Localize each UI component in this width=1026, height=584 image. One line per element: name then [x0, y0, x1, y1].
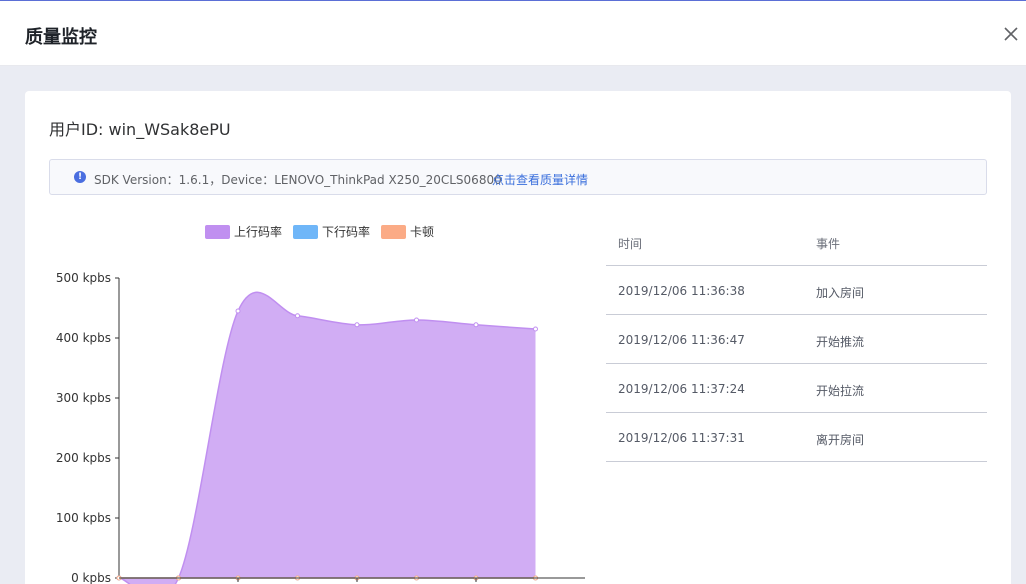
event-name: 加入房间 [816, 286, 865, 300]
bitrate-chart: 500 kpbs 400 kpbs 300 kpbs 200 kpbs 100 kpbs… [56, 271, 585, 584]
info-icon: ! [74, 171, 86, 183]
event-table-header: 时间 事件 [606, 217, 987, 266]
quality-details-link[interactable]: 点击查看质量详情 [492, 171, 588, 188]
y-tick-label: 200 kpbs [56, 451, 111, 465]
close-icon[interactable] [1002, 25, 1020, 43]
data-point [473, 322, 479, 328]
header-time: 时间 [618, 237, 643, 251]
y-tick-label: 400 kpbs [56, 331, 111, 345]
data-point [235, 308, 241, 314]
y-tick-label: 0 kpbs [71, 571, 111, 584]
legend-label: 下行码率 [322, 225, 371, 239]
sdk-info-text: SDK Version：1.6.1，Device：LENOVO_ThinkPad… [94, 173, 502, 187]
data-point [414, 317, 419, 323]
data-point [295, 313, 300, 319]
legend-swatch [205, 225, 230, 239]
legend-swatch [293, 225, 318, 239]
data-point [354, 322, 360, 328]
dialog-title: 质量监控 [25, 27, 97, 48]
header-event: 事件 [816, 237, 841, 251]
event-name: 开始拉流 [816, 384, 865, 398]
event-time: 2019/12/06 11:37:24 [618, 382, 745, 396]
event-row: 2019/12/06 11:37:31 离开房间 [606, 413, 987, 462]
y-tick-label: 500 kpbs [56, 271, 111, 285]
quality-card: 用户ID: win_WSak8ePU ! SDK Version：1.6.1，D… [25, 91, 1011, 584]
event-time: 2019/12/06 11:36:47 [618, 333, 745, 347]
sdk-info-bar: ! SDK Version：1.6.1，Device：LENOVO_ThinkP… [49, 159, 987, 195]
dialog-header: 质量监控 [0, 0, 1026, 66]
y-tick-label: 300 kpbs [56, 391, 111, 405]
series-area-uplink [119, 292, 536, 584]
event-name: 开始推流 [816, 335, 865, 349]
data-point [533, 326, 538, 332]
legend-label: 上行码率 [234, 225, 283, 239]
user-id-label: 用户ID: win_WSak8ePU [49, 120, 231, 139]
legend-label: 卡顿 [410, 225, 435, 239]
event-time: 2019/12/06 11:36:38 [618, 284, 745, 298]
event-table: 时间 事件 2019/12/06 11:36:38 加入房间 2019/12/06 … [606, 217, 987, 462]
event-row: 2019/12/06 11:36:47 开始推流 [606, 315, 987, 364]
event-row: 2019/12/06 11:37:24 开始拉流 [606, 364, 987, 413]
event-time: 2019/12/06 11:37:31 [618, 431, 745, 445]
y-tick-label: 100 kpbs [56, 511, 111, 525]
event-row: 2019/12/06 11:36:38 加入房间 [606, 266, 987, 315]
event-name: 离开房间 [816, 433, 865, 447]
legend-swatch [381, 225, 406, 239]
